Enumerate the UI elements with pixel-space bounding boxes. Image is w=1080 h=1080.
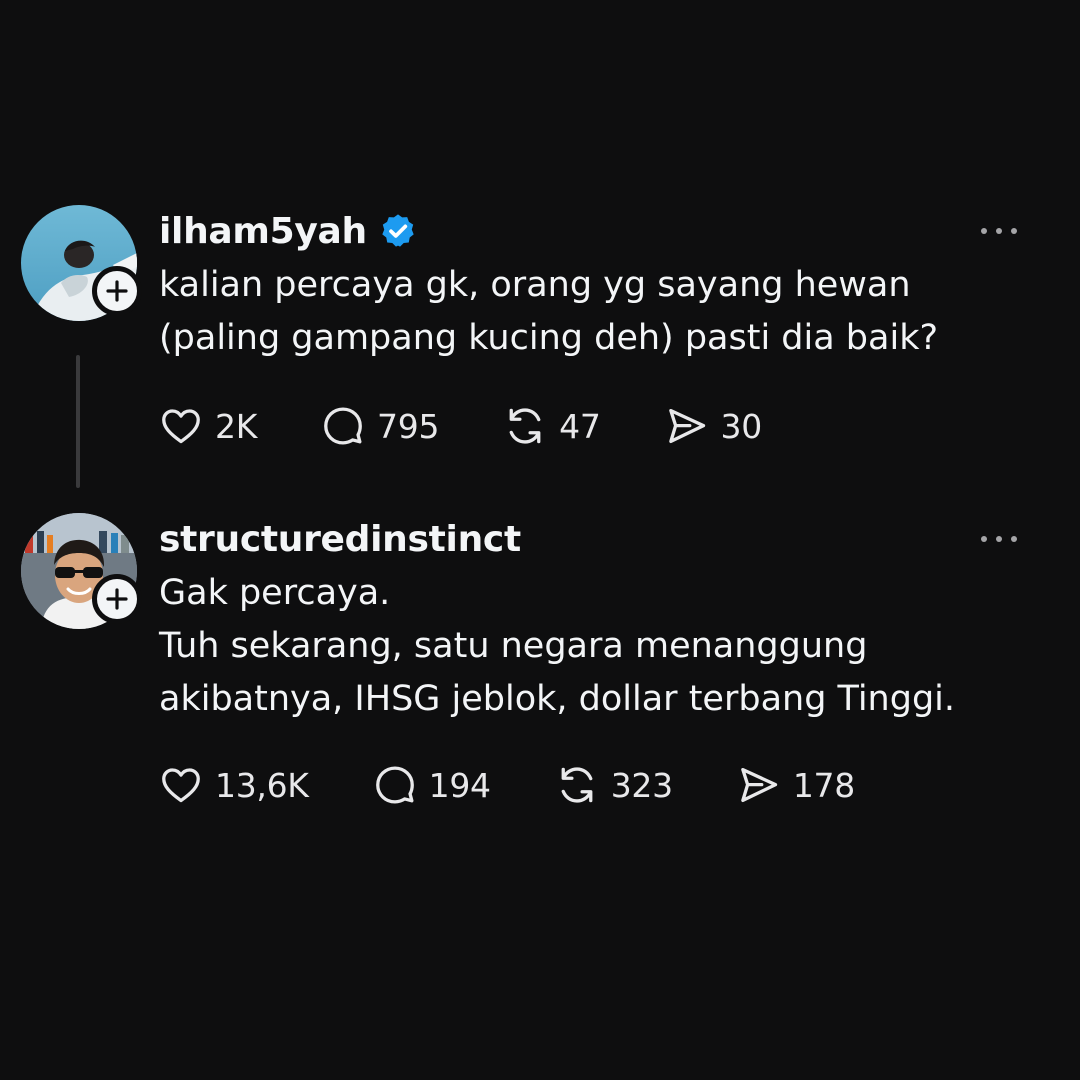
speech-bubble-icon [324,407,362,445]
post-content: structuredinstinct Gak percaya. Tuh seka… [159,513,1019,808]
paper-plane-icon [741,767,777,803]
avatar-container[interactable] [21,513,142,629]
reply-count: 194 [428,765,491,805]
like-count: 2K [215,406,258,446]
heart-icon [162,409,200,444]
plus-icon [106,588,128,610]
more-options-button[interactable] [979,527,1019,551]
post-header: structuredinstinct [159,513,1019,565]
post-text-line: Gak percaya. [159,573,391,613]
like-button[interactable]: 13,6K [159,763,309,807]
reply-button[interactable]: 194 [373,763,491,807]
username[interactable]: structuredinstinct [159,519,521,560]
paper-plane-icon [668,408,705,444]
reply-button[interactable]: 795 [321,404,439,448]
repost-button[interactable]: 323 [555,763,673,807]
more-options-button[interactable] [979,219,1019,243]
more-options-icon [981,228,987,234]
post-text: Gak percaya. Tuh sekarang, satu negara m… [159,567,1019,726]
post-header: ilham5yah [159,205,1019,257]
share-button[interactable]: 178 [737,763,855,807]
post-text-line: kalian percaya gk, orang yg sayang hewan [159,265,911,305]
follow-button[interactable] [92,266,142,316]
username[interactable]: ilham5yah [159,211,367,252]
post-text-line: akibatnya, IHSG jeblok, dollar terbang T… [159,679,956,719]
like-button[interactable]: 2K [159,404,257,448]
like-count: 13,6K [215,765,309,805]
post-text-line: Tuh sekarang, satu negara menanggung [159,626,868,666]
repost-icon [561,767,593,803]
reply-count: 795 [377,406,440,446]
repost-count: 47 [559,406,601,446]
share-count: 178 [792,765,855,805]
speech-bubble-icon [375,766,414,804]
repost-count: 323 [610,765,673,805]
verified-badge-icon [382,214,414,247]
more-options-icon [981,536,987,542]
share-button[interactable]: 30 [665,404,762,448]
post-actions: 13,6K 194 323 178 [159,762,1019,808]
plus-icon [106,280,128,302]
post-text: kalian percaya gk, orang yg sayang hewan… [159,259,1019,365]
post-content: ilham5yah kalian percaya gk, orang yg sa… [159,205,1019,449]
repost-icon [509,408,541,444]
avatar-container[interactable] [21,205,142,321]
thread-connector-line [76,355,80,488]
repost-button[interactable]: 47 [503,404,601,448]
post-actions: 2K 795 47 30 [159,403,1019,449]
heart-icon [162,768,200,803]
share-count: 30 [720,406,763,446]
follow-button[interactable] [92,574,142,624]
post-text-line: (paling gampang kucing deh) pasti dia ba… [159,318,939,358]
